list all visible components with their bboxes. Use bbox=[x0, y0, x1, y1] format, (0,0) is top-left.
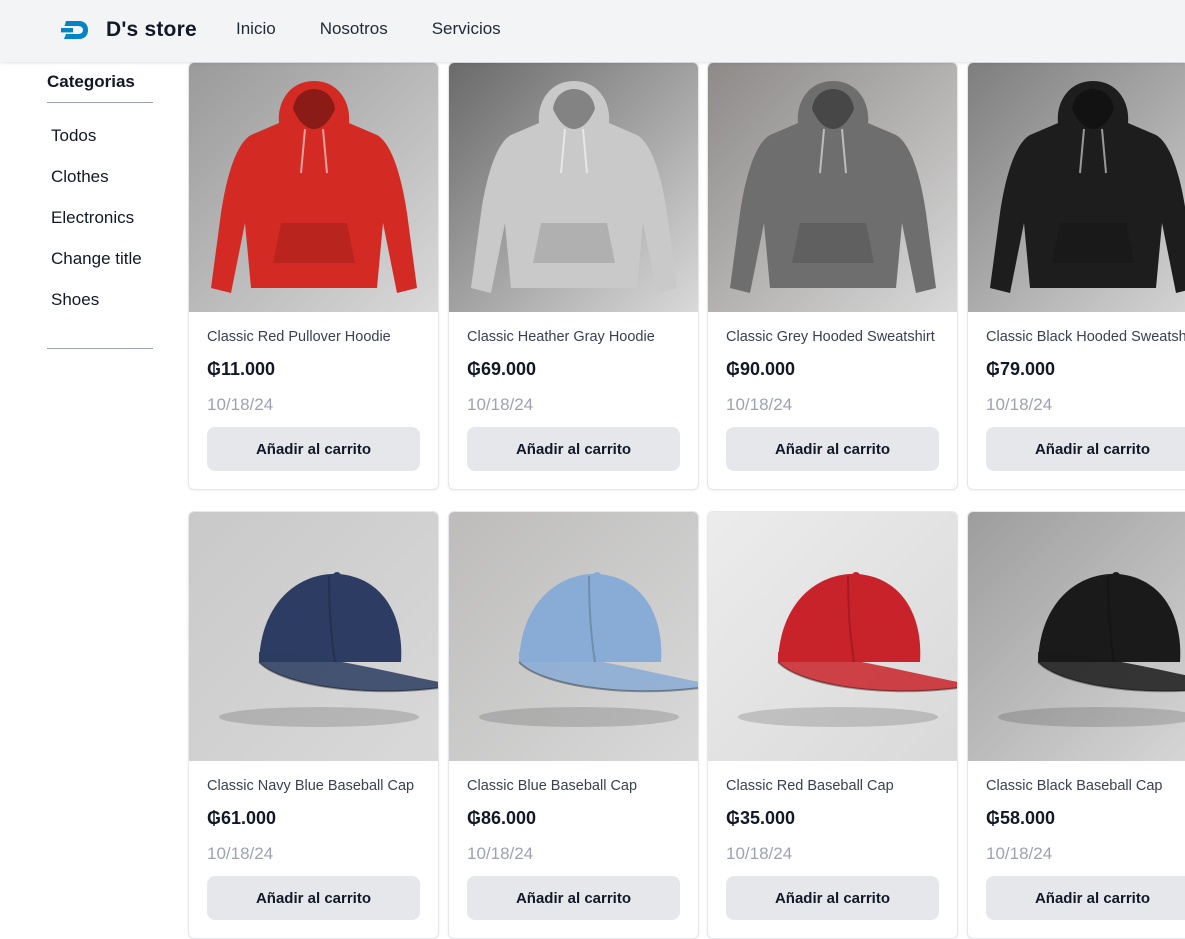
add-to-cart-button[interactable]: Añadir al carrito bbox=[726, 876, 939, 920]
product-price: ₲11.000 bbox=[207, 359, 276, 379]
add-to-cart-button[interactable]: Añadir al carrito bbox=[467, 427, 680, 471]
navbar: D's store Inicio Nosotros Servicios bbox=[0, 0, 1185, 62]
product-title[interactable]: Classic Navy Blue Baseball Cap bbox=[207, 778, 420, 794]
product-date: 10/18/24 bbox=[726, 844, 793, 863]
product-image[interactable] bbox=[708, 512, 957, 761]
brand[interactable]: D's store bbox=[60, 14, 197, 46]
product-title[interactable]: Classic Black Baseball Cap bbox=[986, 778, 1185, 794]
product-price: ₲69.000 bbox=[467, 359, 537, 379]
hoodie-image bbox=[211, 81, 417, 293]
category-item-change-title[interactable]: Change title bbox=[47, 238, 153, 279]
product-info: Classic Navy Blue Baseball Cap ₲61.000 1… bbox=[189, 761, 438, 938]
product-image[interactable] bbox=[189, 512, 438, 761]
nav-link-nosotros[interactable]: Nosotros bbox=[320, 19, 388, 39]
hoodie-image bbox=[990, 81, 1185, 293]
product-card[interactable]: Classic Red Baseball Cap ₲35.000 10/18/2… bbox=[707, 511, 958, 939]
product-date: 10/18/24 bbox=[726, 395, 793, 414]
product-date: 10/18/24 bbox=[207, 395, 274, 414]
add-to-cart-button[interactable]: Añadir al carrito bbox=[207, 427, 420, 471]
product-info: Classic Red Baseball Cap ₲35.000 10/18/2… bbox=[708, 761, 957, 938]
product-date: 10/18/24 bbox=[986, 395, 1053, 414]
product-card[interactable]: Classic Black Baseball Cap ₲58.000 10/18… bbox=[967, 511, 1185, 939]
nav-link-inicio[interactable]: Inicio bbox=[236, 19, 276, 39]
product-image[interactable] bbox=[449, 512, 698, 761]
hoodie-image bbox=[471, 81, 677, 293]
cap-image bbox=[738, 572, 957, 727]
product-info: Classic Heather Gray Hoodie ₲69.000 10/1… bbox=[449, 312, 698, 489]
product-image[interactable] bbox=[708, 63, 957, 312]
product-card[interactable]: Classic Heather Gray Hoodie ₲69.000 10/1… bbox=[448, 62, 699, 490]
category-sidebar: Categorias Todos Clothes Electronics Cha… bbox=[47, 72, 153, 349]
product-title[interactable]: Classic Black Hooded Sweatshirt bbox=[986, 329, 1185, 345]
product-title[interactable]: Classic Red Baseball Cap bbox=[726, 778, 939, 794]
brand-name: D's store bbox=[106, 18, 197, 41]
product-date: 10/18/24 bbox=[467, 395, 534, 414]
nav-link-servicios[interactable]: Servicios bbox=[432, 19, 501, 39]
product-image[interactable] bbox=[449, 63, 698, 312]
cap-image bbox=[219, 572, 438, 727]
product-price: ₲61.000 bbox=[207, 808, 277, 828]
product-info: Classic Black Baseball Cap ₲58.000 10/18… bbox=[968, 761, 1185, 938]
product-card[interactable]: Classic Red Pullover Hoodie ₲11.000 10/1… bbox=[188, 62, 439, 490]
product-price: ₲86.000 bbox=[467, 808, 537, 828]
product-price: ₲35.000 bbox=[726, 808, 796, 828]
product-info: Classic Red Pullover Hoodie ₲11.000 10/1… bbox=[189, 312, 438, 489]
category-list: Todos Clothes Electronics Change title S… bbox=[47, 103, 153, 320]
product-info: Classic Blue Baseball Cap ₲86.000 10/18/… bbox=[449, 761, 698, 938]
add-to-cart-button[interactable]: Añadir al carrito bbox=[207, 876, 420, 920]
add-to-cart-button[interactable]: Añadir al carrito bbox=[986, 427, 1185, 471]
add-to-cart-button[interactable]: Añadir al carrito bbox=[986, 876, 1185, 920]
product-title[interactable]: Classic Heather Gray Hoodie bbox=[467, 329, 680, 345]
category-item-shoes[interactable]: Shoes bbox=[47, 279, 153, 320]
product-info: Classic Black Hooded Sweatshirt ₲79.000 … bbox=[968, 312, 1185, 489]
cap-image bbox=[479, 572, 698, 727]
product-info: Classic Grey Hooded Sweatshirt ₲90.000 1… bbox=[708, 312, 957, 489]
product-title[interactable]: Classic Red Pullover Hoodie bbox=[207, 329, 420, 345]
product-card[interactable]: Classic Blue Baseball Cap ₲86.000 10/18/… bbox=[448, 511, 699, 939]
product-card[interactable]: Classic Navy Blue Baseball Cap ₲61.000 1… bbox=[188, 511, 439, 939]
sidebar-divider bbox=[47, 348, 153, 349]
hoodie-image bbox=[730, 81, 936, 293]
product-price: ₲90.000 bbox=[726, 359, 796, 379]
product-image[interactable] bbox=[968, 63, 1185, 312]
product-card[interactable]: Classic Black Hooded Sweatshirt ₲79.000 … bbox=[967, 62, 1185, 490]
category-item-clothes[interactable]: Clothes bbox=[47, 156, 153, 197]
nav-links: Inicio Nosotros Servicios bbox=[236, 19, 545, 39]
sidebar-title: Categorias bbox=[47, 72, 153, 103]
add-to-cart-button[interactable]: Añadir al carrito bbox=[467, 876, 680, 920]
product-price: ₲79.000 bbox=[986, 359, 1056, 379]
add-to-cart-button[interactable]: Añadir al carrito bbox=[726, 427, 939, 471]
product-price: ₲58.000 bbox=[986, 808, 1056, 828]
product-title[interactable]: Classic Blue Baseball Cap bbox=[467, 778, 680, 794]
product-image[interactable] bbox=[968, 512, 1185, 761]
product-date: 10/18/24 bbox=[467, 844, 534, 863]
product-date: 10/18/24 bbox=[986, 844, 1053, 863]
product-title[interactable]: Classic Grey Hooded Sweatshirt bbox=[726, 329, 939, 345]
dash-logo-icon bbox=[61, 21, 88, 39]
category-item-todos[interactable]: Todos bbox=[47, 115, 153, 156]
product-image[interactable] bbox=[189, 63, 438, 312]
product-card[interactable]: Classic Grey Hooded Sweatshirt ₲90.000 1… bbox=[707, 62, 958, 490]
cap-image bbox=[998, 572, 1185, 727]
product-date: 10/18/24 bbox=[207, 844, 274, 863]
category-item-electronics[interactable]: Electronics bbox=[47, 197, 153, 238]
